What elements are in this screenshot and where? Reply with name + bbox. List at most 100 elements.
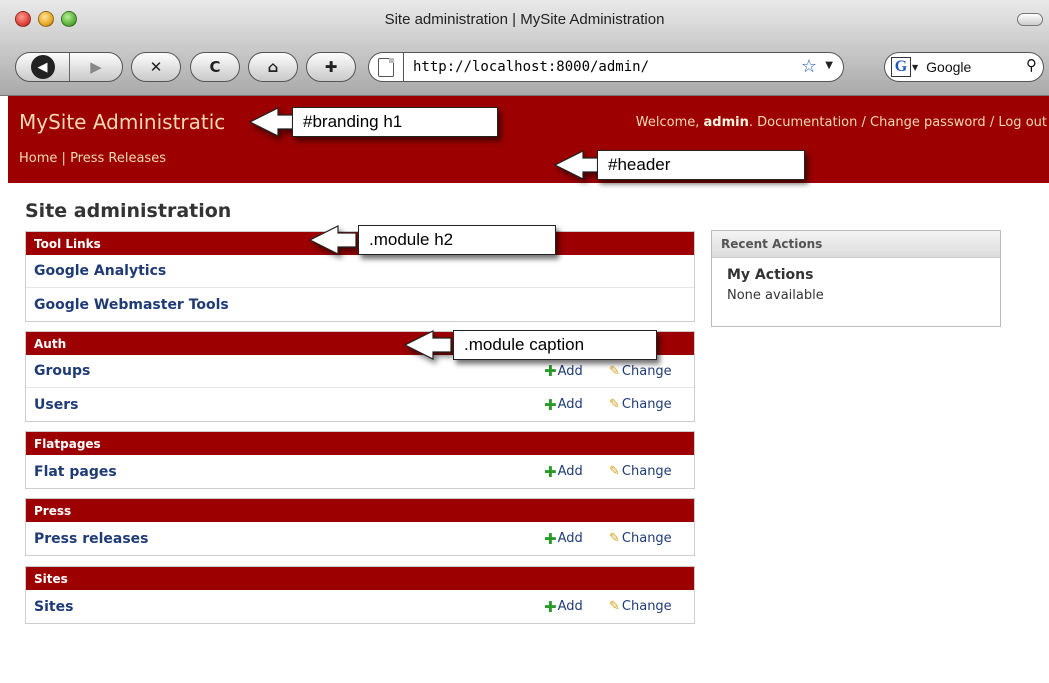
- pencil-icon: ✎: [609, 363, 620, 379]
- breadcrumb-press-releases-link[interactable]: Press Releases: [70, 151, 166, 166]
- search-input[interactable]: Google: [926, 59, 971, 75]
- table-row: Sites ✚ Add ✎ Change: [26, 590, 694, 623]
- module-sites: Sites Sites ✚ Add ✎ Change: [25, 566, 695, 624]
- user-tools-separator: /: [861, 115, 866, 130]
- search-icon[interactable]: ⚲: [1026, 56, 1037, 74]
- callout-label: .module caption: [453, 330, 657, 360]
- back-button[interactable]: ◀: [16, 53, 69, 81]
- add-label: Add: [557, 464, 583, 479]
- browser-toolbar: ◀ ▶ ✕ C ⌂ ✚ http://localhost:8000/admin/…: [0, 40, 1049, 96]
- callout-module-caption: .module caption: [403, 330, 657, 360]
- forward-icon: ▶: [90, 58, 102, 76]
- add-label: Add: [557, 599, 583, 614]
- change-label: Change: [621, 363, 672, 379]
- bookmark-star-icon[interactable]: ☆: [801, 56, 817, 77]
- google-icon[interactable]: G: [891, 57, 911, 77]
- my-actions-heading: My Actions: [727, 267, 814, 283]
- toolbar-toggle-button[interactable]: [1017, 13, 1043, 26]
- breadcrumb-home-link[interactable]: Home: [19, 151, 57, 166]
- admin-header: MySite Administratic Welcome, admin. Doc…: [8, 96, 1049, 183]
- home-button[interactable]: ⌂: [248, 52, 298, 82]
- change-password-link[interactable]: Change password: [870, 115, 986, 130]
- user-tools-separator: /: [989, 115, 995, 130]
- users-link[interactable]: Users: [34, 397, 78, 413]
- list-item: Google Analytics: [26, 255, 694, 288]
- table-row: Flat pages ✚ Add ✎ Change: [26, 455, 694, 488]
- change-link[interactable]: ✎ Change: [609, 364, 672, 379]
- add-icon: ✚: [544, 529, 557, 548]
- add-link[interactable]: ✚ Add: [544, 598, 583, 616]
- flat-pages-link[interactable]: Flat pages: [34, 464, 117, 480]
- no-actions-text: None available: [727, 288, 824, 303]
- breadcrumb: Home | Press Releases: [19, 151, 166, 166]
- back-icon: ◀: [30, 55, 55, 79]
- table-row: Press releases ✚ Add ✎ Change: [26, 522, 694, 555]
- callout-label: #branding h1: [292, 107, 498, 137]
- logout-link[interactable]: Log out: [998, 115, 1047, 130]
- add-icon: ✚: [544, 362, 557, 380]
- module-flatpages: Flatpages Flat pages ✚ Add ✎ Change: [25, 431, 695, 489]
- sites-link[interactable]: Sites: [34, 599, 73, 615]
- module-caption: Flatpages: [26, 432, 694, 455]
- add-icon: ✚: [544, 597, 557, 616]
- forward-button[interactable]: ▶: [69, 53, 122, 81]
- address-bar[interactable]: http://localhost:8000/admin/ ☆ ▼: [368, 52, 844, 82]
- documentation-link[interactable]: Documentation: [757, 115, 857, 130]
- pencil-icon: ✎: [609, 397, 620, 412]
- table-row: Users ✚ Add ✎ Change: [26, 388, 694, 421]
- add-icon: ✚: [544, 462, 557, 481]
- callout-branding: #branding h1: [248, 107, 498, 137]
- change-link[interactable]: ✎ Change: [609, 397, 672, 412]
- page-icon: [378, 57, 394, 77]
- search-engine-dropdown-icon[interactable]: ▼: [912, 63, 918, 72]
- add-link[interactable]: ✚ Add: [544, 530, 583, 548]
- callout-label: #header: [597, 150, 805, 180]
- google-analytics-link[interactable]: Google Analytics: [34, 263, 166, 279]
- groups-link[interactable]: Groups: [34, 363, 90, 379]
- change-link[interactable]: ✎ Change: [609, 464, 672, 479]
- add-bookmark-button[interactable]: ✚: [306, 52, 356, 82]
- change-label: Change: [621, 599, 672, 614]
- google-webmaster-tools-link[interactable]: Google Webmaster Tools: [34, 297, 229, 313]
- change-label: Change: [621, 531, 672, 546]
- add-icon: ✚: [544, 395, 557, 414]
- add-link[interactable]: ✚ Add: [544, 362, 583, 380]
- home-icon: ⌂: [267, 58, 279, 76]
- bookmark-icon: ✚: [324, 58, 338, 76]
- module-caption: Press: [26, 499, 694, 522]
- add-link[interactable]: ✚ Add: [544, 463, 583, 481]
- add-label: Add: [557, 397, 583, 412]
- welcome-text: Welcome,: [635, 115, 700, 130]
- module-press: Press Press releases ✚ Add ✎ Change: [25, 498, 695, 556]
- url-divider: [403, 52, 404, 82]
- branding-title: MySite Administratic: [19, 110, 226, 134]
- back-forward-group: ◀ ▶: [15, 52, 123, 82]
- list-item: Google Webmaster Tools: [26, 288, 694, 321]
- page-title: Site administration: [25, 200, 232, 222]
- history-dropdown-icon[interactable]: ▼: [825, 60, 833, 71]
- window-title: Site administration | MySite Administrat…: [384, 11, 665, 28]
- search-box[interactable]: G ▼ Google ⚲: [884, 52, 1044, 82]
- window-titlebar: Site administration | MySite Administrat…: [0, 0, 1049, 40]
- callout-module-h2: .module h2: [308, 225, 556, 255]
- pencil-icon: ✎: [609, 599, 620, 614]
- stop-button[interactable]: ✕: [131, 52, 181, 82]
- breadcrumb-separator: |: [61, 151, 66, 166]
- change-link[interactable]: ✎ Change: [609, 599, 672, 614]
- module-caption: Sites: [26, 567, 694, 590]
- add-link[interactable]: ✚ Add: [544, 396, 583, 414]
- recent-actions-module: Recent Actions My Actions None available: [711, 230, 1001, 327]
- user-tools: Welcome, admin. Documentation / Change p…: [636, 115, 1047, 130]
- pencil-icon: ✎: [609, 531, 620, 546]
- callout-label: .module h2: [358, 225, 556, 255]
- callout-header: #header: [553, 150, 805, 180]
- url-text[interactable]: http://localhost:8000/admin/: [413, 59, 649, 75]
- pencil-icon: ✎: [609, 464, 620, 479]
- reload-button[interactable]: C: [190, 52, 240, 82]
- add-label: Add: [557, 531, 583, 546]
- press-releases-link[interactable]: Press releases: [34, 531, 149, 547]
- reload-icon: C: [209, 58, 221, 76]
- change-label: Change: [621, 464, 672, 479]
- change-link[interactable]: ✎ Change: [609, 531, 672, 546]
- change-label: Change: [621, 397, 672, 412]
